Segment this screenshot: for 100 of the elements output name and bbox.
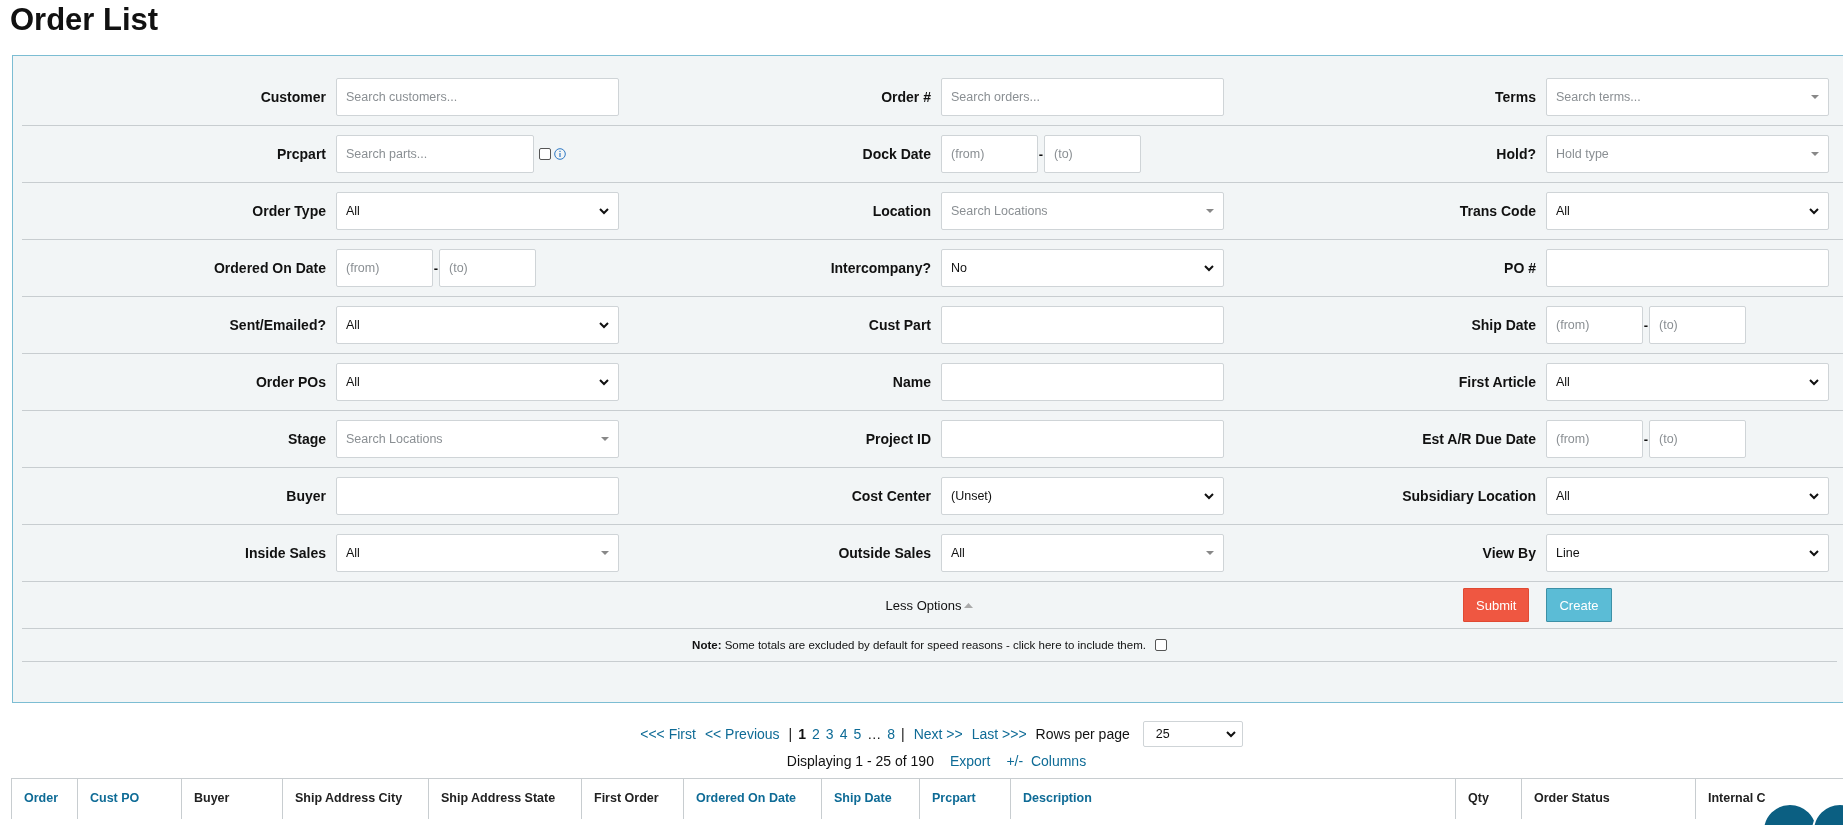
chevron-icon (599, 207, 609, 215)
column-header: Ship Address City (282, 779, 428, 819)
submit-button[interactable]: Submit (1463, 588, 1530, 622)
rows-select[interactable]: 25 (1142, 721, 1243, 747)
separator: | (901, 726, 905, 742)
note-text: Note: Some totals are excluded by default for speed reasons - click here to include them. (692, 639, 1146, 651)
text-field[interactable] (941, 420, 1224, 458)
column-header[interactable]: Order (11, 779, 77, 819)
date-field[interactable]: (from) (1546, 306, 1643, 344)
field-label: Buyer (285, 488, 326, 504)
caret-icon (1206, 209, 1214, 213)
chevron-icon (1204, 492, 1214, 500)
field-label: Location (871, 203, 931, 219)
page-link[interactable]: 8 (887, 726, 895, 742)
column-header[interactable]: Ordered On Date (683, 779, 821, 819)
select-field[interactable]: All (336, 306, 619, 344)
select-field[interactable]: All (336, 192, 619, 230)
date-field[interactable]: (from) (336, 249, 433, 287)
select-field[interactable]: All (1546, 192, 1829, 230)
page-link[interactable]: 5 (853, 726, 862, 742)
combo-field[interactable]: All (336, 534, 619, 572)
caret-icon (1206, 551, 1214, 555)
column-header[interactable]: Description (1010, 779, 1455, 819)
select-field[interactable]: All (1546, 477, 1829, 515)
page-link[interactable]: 2 (812, 726, 820, 742)
column-header[interactable]: Cust PO (77, 779, 181, 819)
caret-icon (1811, 95, 1819, 99)
next-link[interactable]: Next >> (913, 726, 963, 742)
field-label: First Article (1457, 374, 1536, 390)
field-label: Subsidiary Location (1401, 488, 1536, 504)
less-options-link[interactable]: Less Options (885, 597, 974, 613)
first-link[interactable]: <<< First (640, 726, 696, 742)
chevron-icon (599, 321, 609, 329)
combo-field[interactable]: All (941, 534, 1224, 572)
column-header[interactable]: Ship Date (821, 779, 919, 819)
text-field[interactable]: Search customers... (336, 78, 619, 116)
checkbox[interactable] (1154, 639, 1167, 651)
checkbox[interactable] (539, 148, 551, 160)
field-label: Order # (880, 89, 931, 105)
caret-icon (601, 437, 609, 441)
last-link[interactable]: Last >>> (971, 726, 1027, 742)
info-icon[interactable] (554, 148, 566, 160)
combo-field[interactable]: Search Locations (941, 192, 1224, 230)
field-label: Prcpart (275, 146, 326, 162)
column-header: Buyer (181, 779, 282, 819)
select-field[interactable]: (Unset) (941, 477, 1224, 515)
ellipsis: … (867, 726, 882, 742)
field-label: Terms (1494, 89, 1536, 105)
text-field[interactable] (336, 477, 619, 515)
field-label: PO # (1503, 260, 1536, 276)
field-label: Ordered On Date (212, 260, 326, 276)
date-field[interactable]: (to) (1044, 135, 1141, 173)
field-label: Sent/Emailed? (228, 317, 326, 333)
combo-field[interactable]: Search Locations (336, 420, 619, 458)
select-field[interactable]: All (336, 363, 619, 401)
column-header: First Order (581, 779, 683, 819)
columns-link[interactable]: +/- Columns (1006, 753, 1087, 769)
combo-field[interactable]: Hold type (1546, 135, 1829, 173)
date-field[interactable]: (from) (941, 135, 1038, 173)
field-label: Dock Date (861, 146, 931, 162)
text-field[interactable] (941, 363, 1224, 401)
date-field[interactable]: (to) (439, 249, 536, 287)
text-field[interactable] (941, 306, 1224, 344)
page-link[interactable]: 3 (825, 726, 834, 742)
caret-icon (601, 551, 609, 555)
range-dash: - (433, 260, 439, 276)
text-field[interactable] (1546, 249, 1829, 287)
field-label: Est A/R Due Date (1421, 431, 1536, 447)
page-link[interactable]: 1 (798, 726, 807, 742)
chevron-icon (1225, 730, 1236, 738)
select-field[interactable]: All (1546, 363, 1829, 401)
column-header[interactable]: Prcpart (919, 779, 1010, 819)
select-field[interactable]: No (941, 249, 1224, 287)
page-title: Order List (9, 1, 160, 38)
caret-up-icon (964, 602, 974, 608)
export-link[interactable]: Export (949, 753, 991, 769)
text-field[interactable]: Search orders... (941, 78, 1224, 116)
field-label: Order POs (254, 374, 326, 390)
field-label: Name (891, 374, 931, 390)
field-label: Cost Center (850, 488, 931, 504)
chevron-icon (1809, 492, 1819, 500)
field-label: Intercompany? (829, 260, 931, 276)
text-field[interactable]: Search parts... (336, 135, 534, 173)
date-field[interactable]: (from) (1546, 420, 1643, 458)
chevron-icon (1809, 549, 1819, 557)
rows-label: Rows per page (1035, 726, 1130, 742)
range-dash: - (1643, 317, 1649, 333)
field-label: Trans Code (1458, 203, 1536, 219)
field-label: Customer (259, 89, 326, 105)
separator: | (788, 726, 793, 742)
date-field[interactable]: (to) (1649, 306, 1746, 344)
field-label: Cust Part (867, 317, 931, 333)
range-dash: - (1038, 146, 1044, 162)
date-field[interactable]: (to) (1649, 420, 1746, 458)
field-label: Outside Sales (837, 545, 931, 561)
combo-field[interactable]: Search terms... (1546, 78, 1829, 116)
page-link[interactable]: 4 (839, 726, 848, 742)
previous-link[interactable]: << Previous (704, 726, 780, 742)
select-field[interactable]: Line (1546, 534, 1829, 572)
field-label: Inside Sales (244, 545, 326, 561)
